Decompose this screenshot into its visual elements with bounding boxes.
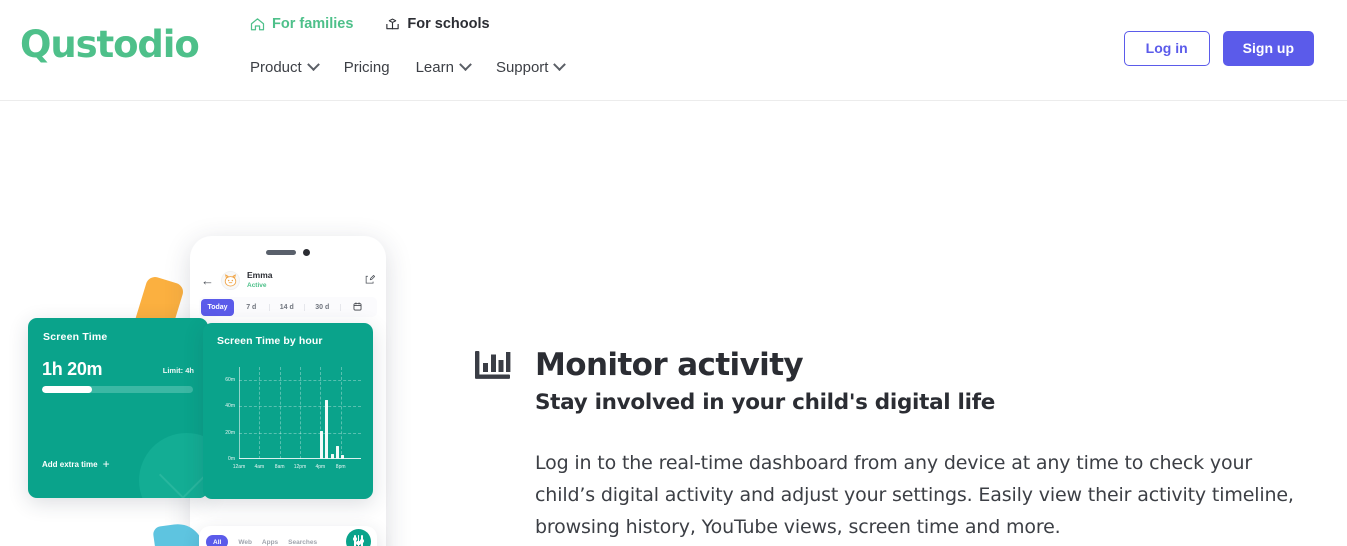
gridline-vertical	[259, 367, 261, 459]
screen-time-value: 1h 20m	[42, 359, 103, 379]
nav-for-schools-label: For schools	[407, 16, 490, 33]
bar-chart-icon	[474, 349, 512, 388]
screen-time-limit: Limit: 4h	[162, 366, 194, 375]
gridline-vertical	[340, 367, 342, 459]
feature-section: ← Emma Active Today 7 d 14 d 30 d Screen…	[0, 101, 1347, 546]
add-extra-time-label: Add extra time	[42, 459, 98, 469]
range-tab-14d[interactable]: 14 d	[270, 303, 305, 311]
phone-notch	[266, 249, 310, 256]
top-audience-nav: For families For schools	[250, 17, 490, 32]
x-axis-tick-label: 8pm	[335, 464, 346, 470]
qustodio-logo[interactable]: Qustodio	[20, 26, 200, 63]
y-axis-tick-label: 20m	[225, 429, 235, 436]
chevron-down-icon	[459, 58, 472, 72]
plus-icon: +	[102, 457, 110, 471]
chart-bar	[340, 455, 344, 459]
range-tab-30d[interactable]: 30 d	[305, 303, 341, 311]
login-button[interactable]: Log in	[1123, 31, 1210, 67]
nav-support[interactable]: Support	[495, 57, 567, 78]
range-tab-today[interactable]: Today	[201, 298, 234, 316]
add-extra-time-button[interactable]: Add extra time +	[42, 458, 110, 470]
timeline-tabs: All Web Apps Searches	[206, 535, 317, 546]
nav-learn[interactable]: Learn	[415, 57, 472, 78]
gridline-vertical	[279, 367, 281, 459]
phone-app-header: ← Emma Active	[190, 262, 386, 298]
main-nav: Product Pricing Learn Support	[250, 57, 567, 78]
nav-product-label: Product	[250, 59, 302, 76]
header-actions: Log in Sign up	[1123, 31, 1314, 67]
nav-for-families[interactable]: For families	[250, 17, 353, 32]
speaker-bar	[266, 250, 296, 255]
hourly-bar-chart: 0m 20m 40m 60m 12am 4am 8am 12pm 4pm 8pm	[225, 367, 361, 470]
timeline-tab-searches[interactable]: Searches	[288, 539, 317, 546]
page-title: Monitor activity	[535, 347, 804, 383]
child-name: Emma	[247, 270, 273, 281]
chart-bar	[335, 445, 339, 459]
school-icon	[385, 17, 400, 32]
screen-time-progress-fill	[42, 386, 92, 393]
slider-track	[352, 535, 357, 546]
avatar	[221, 270, 240, 290]
edit-icon[interactable]	[365, 274, 376, 287]
x-axis-tick-label: 4am	[254, 464, 265, 470]
sliders-icon[interactable]	[346, 529, 371, 546]
screen-time-by-hour-card: Screen Time by hour 0m 20m 40m 60m 12am 4am 8a…	[203, 323, 373, 499]
x-axis-tick-label: 12am	[232, 464, 246, 470]
child-status: Active	[247, 281, 267, 289]
date-range-tabs: Today 7 d 14 d 30 d	[199, 297, 377, 317]
chart-bar	[330, 453, 334, 459]
camera-dot	[303, 249, 310, 256]
y-axis-tick-label: 60m	[225, 377, 235, 384]
feature-body-text: Log in to the real-time dashboard from a…	[535, 452, 1294, 538]
chevron-down-icon	[553, 58, 567, 72]
nav-pricing-label: Pricing	[343, 59, 390, 76]
y-axis-tick-label: 40m	[225, 403, 235, 410]
app-illustration: ← Emma Active Today 7 d 14 d 30 d Screen…	[0, 101, 470, 546]
page-subtitle: Stay involved in your child's digital li…	[535, 390, 996, 415]
gridline-vertical	[300, 367, 301, 459]
nav-support-label: Support	[495, 59, 549, 76]
timeline-tab-apps[interactable]: Apps	[262, 539, 278, 546]
child-info: Emma Active	[247, 270, 273, 289]
signup-button[interactable]: Sign up	[1222, 31, 1314, 67]
site-header: Qustodio For families For schools Produc…	[0, 0, 1347, 101]
screen-time-card: Screen Time 1h 20m Limit: 4h Add extra t…	[28, 318, 208, 498]
calendar-icon[interactable]	[341, 301, 376, 313]
timeline-tab-all[interactable]: All	[206, 535, 229, 546]
home-icon	[250, 17, 265, 32]
timeline-tab-web[interactable]: Web	[238, 539, 252, 546]
nav-learn-label: Learn	[415, 59, 454, 76]
screen-time-title: Screen Time	[43, 331, 108, 343]
chart-bar	[320, 431, 324, 459]
nav-for-families-label: For families	[272, 16, 354, 33]
x-axis-tick-label: 4pm	[315, 464, 326, 470]
range-tab-7d[interactable]: 7 d	[234, 303, 270, 311]
slider-track	[360, 535, 364, 546]
nav-pricing[interactable]: Pricing	[344, 57, 390, 78]
x-axis-tick-label: 12pm	[293, 464, 307, 470]
back-arrow-icon[interactable]: ←	[201, 274, 214, 287]
screen-time-progress	[42, 386, 193, 393]
chart-title: Screen Time by hour	[217, 335, 323, 347]
nav-product[interactable]: Product	[250, 57, 320, 78]
x-axis-tick-label: 8am	[274, 464, 285, 470]
chevron-down-icon	[306, 58, 320, 72]
y-axis-tick-label: 0m	[228, 456, 235, 462]
activity-timeline-card: All Web Apps Searches Today 16:47 pm You…	[199, 526, 377, 546]
nav-for-schools[interactable]: For schools	[385, 16, 490, 33]
chart-bar	[325, 399, 329, 459]
